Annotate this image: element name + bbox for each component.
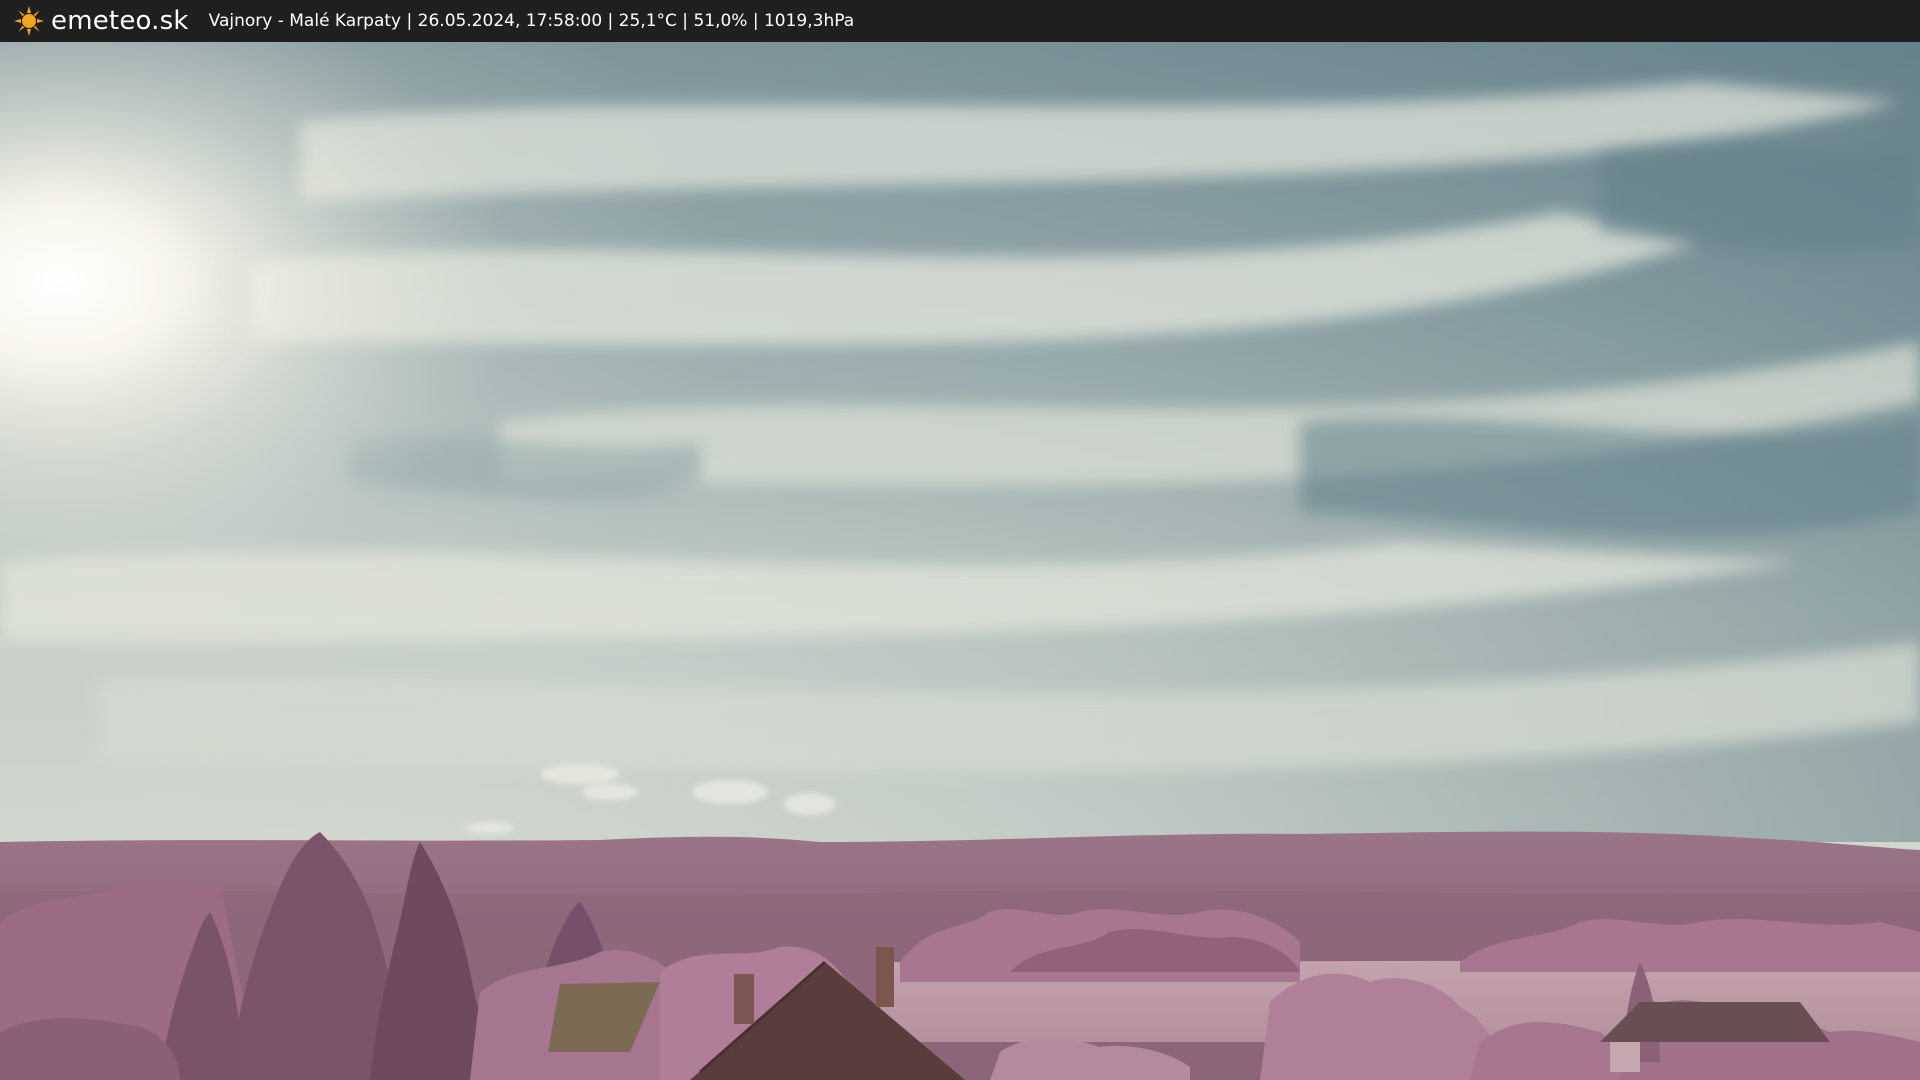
webcam-frame: emeteo.sk Vajnory - Malé Karpaty | 26.05… bbox=[0, 0, 1920, 1080]
webcam-image bbox=[0, 42, 1920, 1080]
station-info-caption: Vajnory - Malé Karpaty | 26.05.2024, 17:… bbox=[208, 11, 855, 31]
site-logo-text: emeteo.sk bbox=[51, 6, 189, 36]
sun-icon bbox=[14, 6, 44, 36]
webcam-caption-bar: emeteo.sk Vajnory - Malé Karpaty | 26.05… bbox=[0, 0, 1920, 42]
